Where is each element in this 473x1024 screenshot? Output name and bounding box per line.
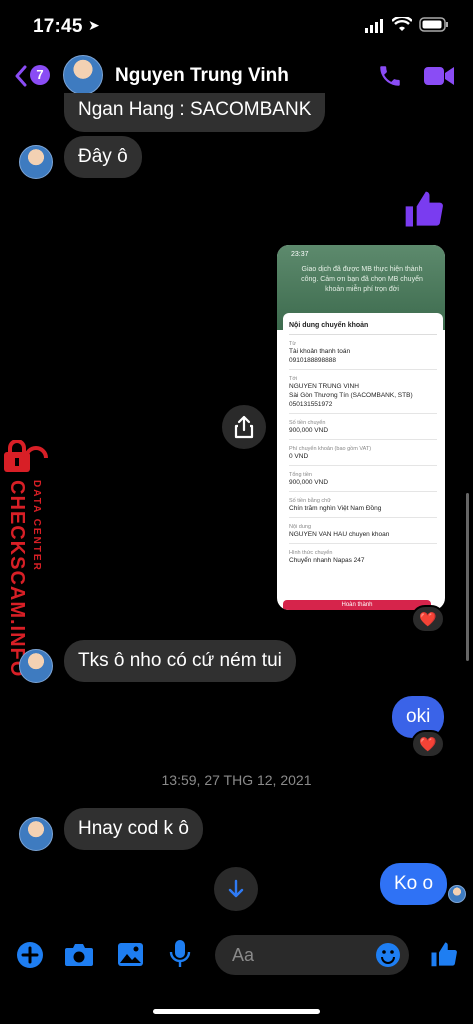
back-button[interactable]: 7	[12, 61, 52, 89]
location-icon: ➤	[88, 17, 100, 33]
message-text: Tks ô nho có cứ ném tui	[78, 650, 282, 671]
plus-icon[interactable]	[16, 941, 44, 969]
lock-icon	[4, 440, 48, 472]
watermark-sub: DATA CENTER	[31, 480, 42, 572]
receipt-method: Hình thức chuyển Chuyển nhanh Napas 247	[289, 550, 437, 565]
signal-icon	[365, 19, 383, 33]
emoji-icon[interactable]	[375, 942, 401, 968]
receipt-total: Tổng tiền 900,000 VND	[289, 472, 437, 492]
contact-name[interactable]: Nguyen Trung Vinh	[115, 65, 289, 87]
receipt-value: 900,000 VND	[289, 427, 329, 434]
home-indicator[interactable]	[153, 1009, 320, 1014]
receipt-from: Từ Tài khoản thanh toán 0910188898888	[289, 341, 437, 370]
status-bar: 17:45 ➤	[0, 0, 473, 50]
receipt-value: 0 VND	[289, 453, 309, 460]
message-incoming[interactable]: Tks ô nho có cứ ném tui	[64, 640, 296, 682]
message-text: Đây ô	[78, 146, 128, 167]
unread-count: 7	[36, 67, 44, 82]
shared-image-receipt[interactable]: 23:37 Giao dịch đã được MB thực hiện thà…	[277, 245, 445, 610]
scrollbar[interactable]	[466, 493, 469, 661]
heart-reaction[interactable]: ❤️	[411, 605, 445, 633]
message-text: Ko o	[394, 873, 434, 894]
receipt-time: 23:37	[291, 251, 309, 258]
receipt-value: 900,000 VND	[289, 479, 329, 486]
receipt-content: Nội dung NGUYEN VAN HAU chuyen khoan	[289, 524, 437, 544]
thumbs-up-icon[interactable]	[402, 188, 446, 232]
receipt-success-message: Giao dịch đã được MB thực hiện thành côn…	[301, 266, 423, 293]
receipt-value: Tài khoản thanh toán	[289, 348, 351, 355]
share-icon	[234, 415, 254, 439]
message-incoming[interactable]: Hnay cod k ô	[64, 808, 203, 850]
watermark: CHECKSCAM.INFO DATA CENTER	[0, 440, 50, 677]
receipt-card: Nội dung chuyển khoản Từ Tài khoản thanh…	[283, 313, 443, 570]
arrow-down-icon	[228, 879, 244, 898]
phone-icon[interactable]	[377, 63, 403, 89]
microphone-icon[interactable]	[169, 939, 191, 969]
message-outgoing[interactable]: Ko o	[380, 863, 448, 905]
message-incoming[interactable]: Ngan Hang : SACOMBANK	[64, 93, 326, 132]
message-incoming[interactable]: Đây ô	[64, 136, 142, 178]
video-call-icon[interactable]	[423, 64, 455, 88]
gallery-icon[interactable]	[117, 942, 144, 967]
read-receipt-avatar	[448, 885, 466, 903]
receipt-value: NGUYEN VAN HAU chuyen khoan	[289, 531, 390, 538]
receipt-to: Tới NGUYEN TRUNG VINH Sài Gòn Thương Tín…	[289, 376, 437, 414]
sender-avatar	[19, 817, 53, 851]
message-input[interactable]: Aa	[215, 935, 409, 975]
receipt-value: Chín trăm nghìn Việt Nam Đồng	[289, 505, 382, 512]
receipt-value: 050131551972	[289, 401, 333, 408]
battery-icon	[419, 17, 448, 32]
heart-reaction[interactable]: ❤️	[411, 730, 445, 758]
sender-avatar	[19, 145, 53, 179]
receipt-value: NGUYEN TRUNG VINH	[289, 383, 359, 390]
receipt-value: Chuyển nhanh Napas 247	[289, 557, 365, 564]
sender-avatar	[19, 649, 53, 683]
message-text: Ngan Hang : SACOMBANK	[78, 99, 312, 120]
wifi-icon	[392, 17, 412, 31]
share-button[interactable]	[222, 405, 266, 449]
message-text: Hnay cod k ô	[78, 818, 189, 839]
timestamp: 13:59, 27 THG 12, 2021	[161, 772, 312, 788]
message-input-placeholder: Aa	[232, 945, 255, 965]
receipt-value: Sài Gòn Thương Tín (SACOMBANK, STB)	[289, 392, 413, 399]
contact-avatar[interactable]	[63, 55, 103, 95]
receipt-fee: Phí chuyển khoản (bao gồm VAT) 0 VND	[289, 446, 437, 466]
like-icon[interactable]	[429, 940, 459, 970]
scroll-to-bottom-button[interactable]	[214, 867, 258, 911]
camera-icon[interactable]	[64, 942, 94, 968]
unread-badge: 7	[30, 65, 50, 85]
receipt-complete-button: Hoàn thành	[283, 600, 431, 610]
receipt-title: Nội dung chuyển khoản	[289, 318, 437, 335]
status-time: 17:45	[33, 16, 83, 37]
chevron-left-icon	[15, 65, 27, 87]
receipt-amount: Số tiền chuyển 900,000 VND	[289, 420, 437, 440]
receipt-words: Số tiền bằng chữ Chín trăm nghìn Việt Na…	[289, 498, 437, 518]
heart-icon: ❤️	[419, 735, 437, 752]
message-text: oki	[406, 706, 431, 727]
heart-icon: ❤️	[419, 610, 437, 627]
receipt-value: 0910188898888	[289, 357, 336, 364]
watermark-main: CHECKSCAM.INFO	[6, 480, 28, 678]
